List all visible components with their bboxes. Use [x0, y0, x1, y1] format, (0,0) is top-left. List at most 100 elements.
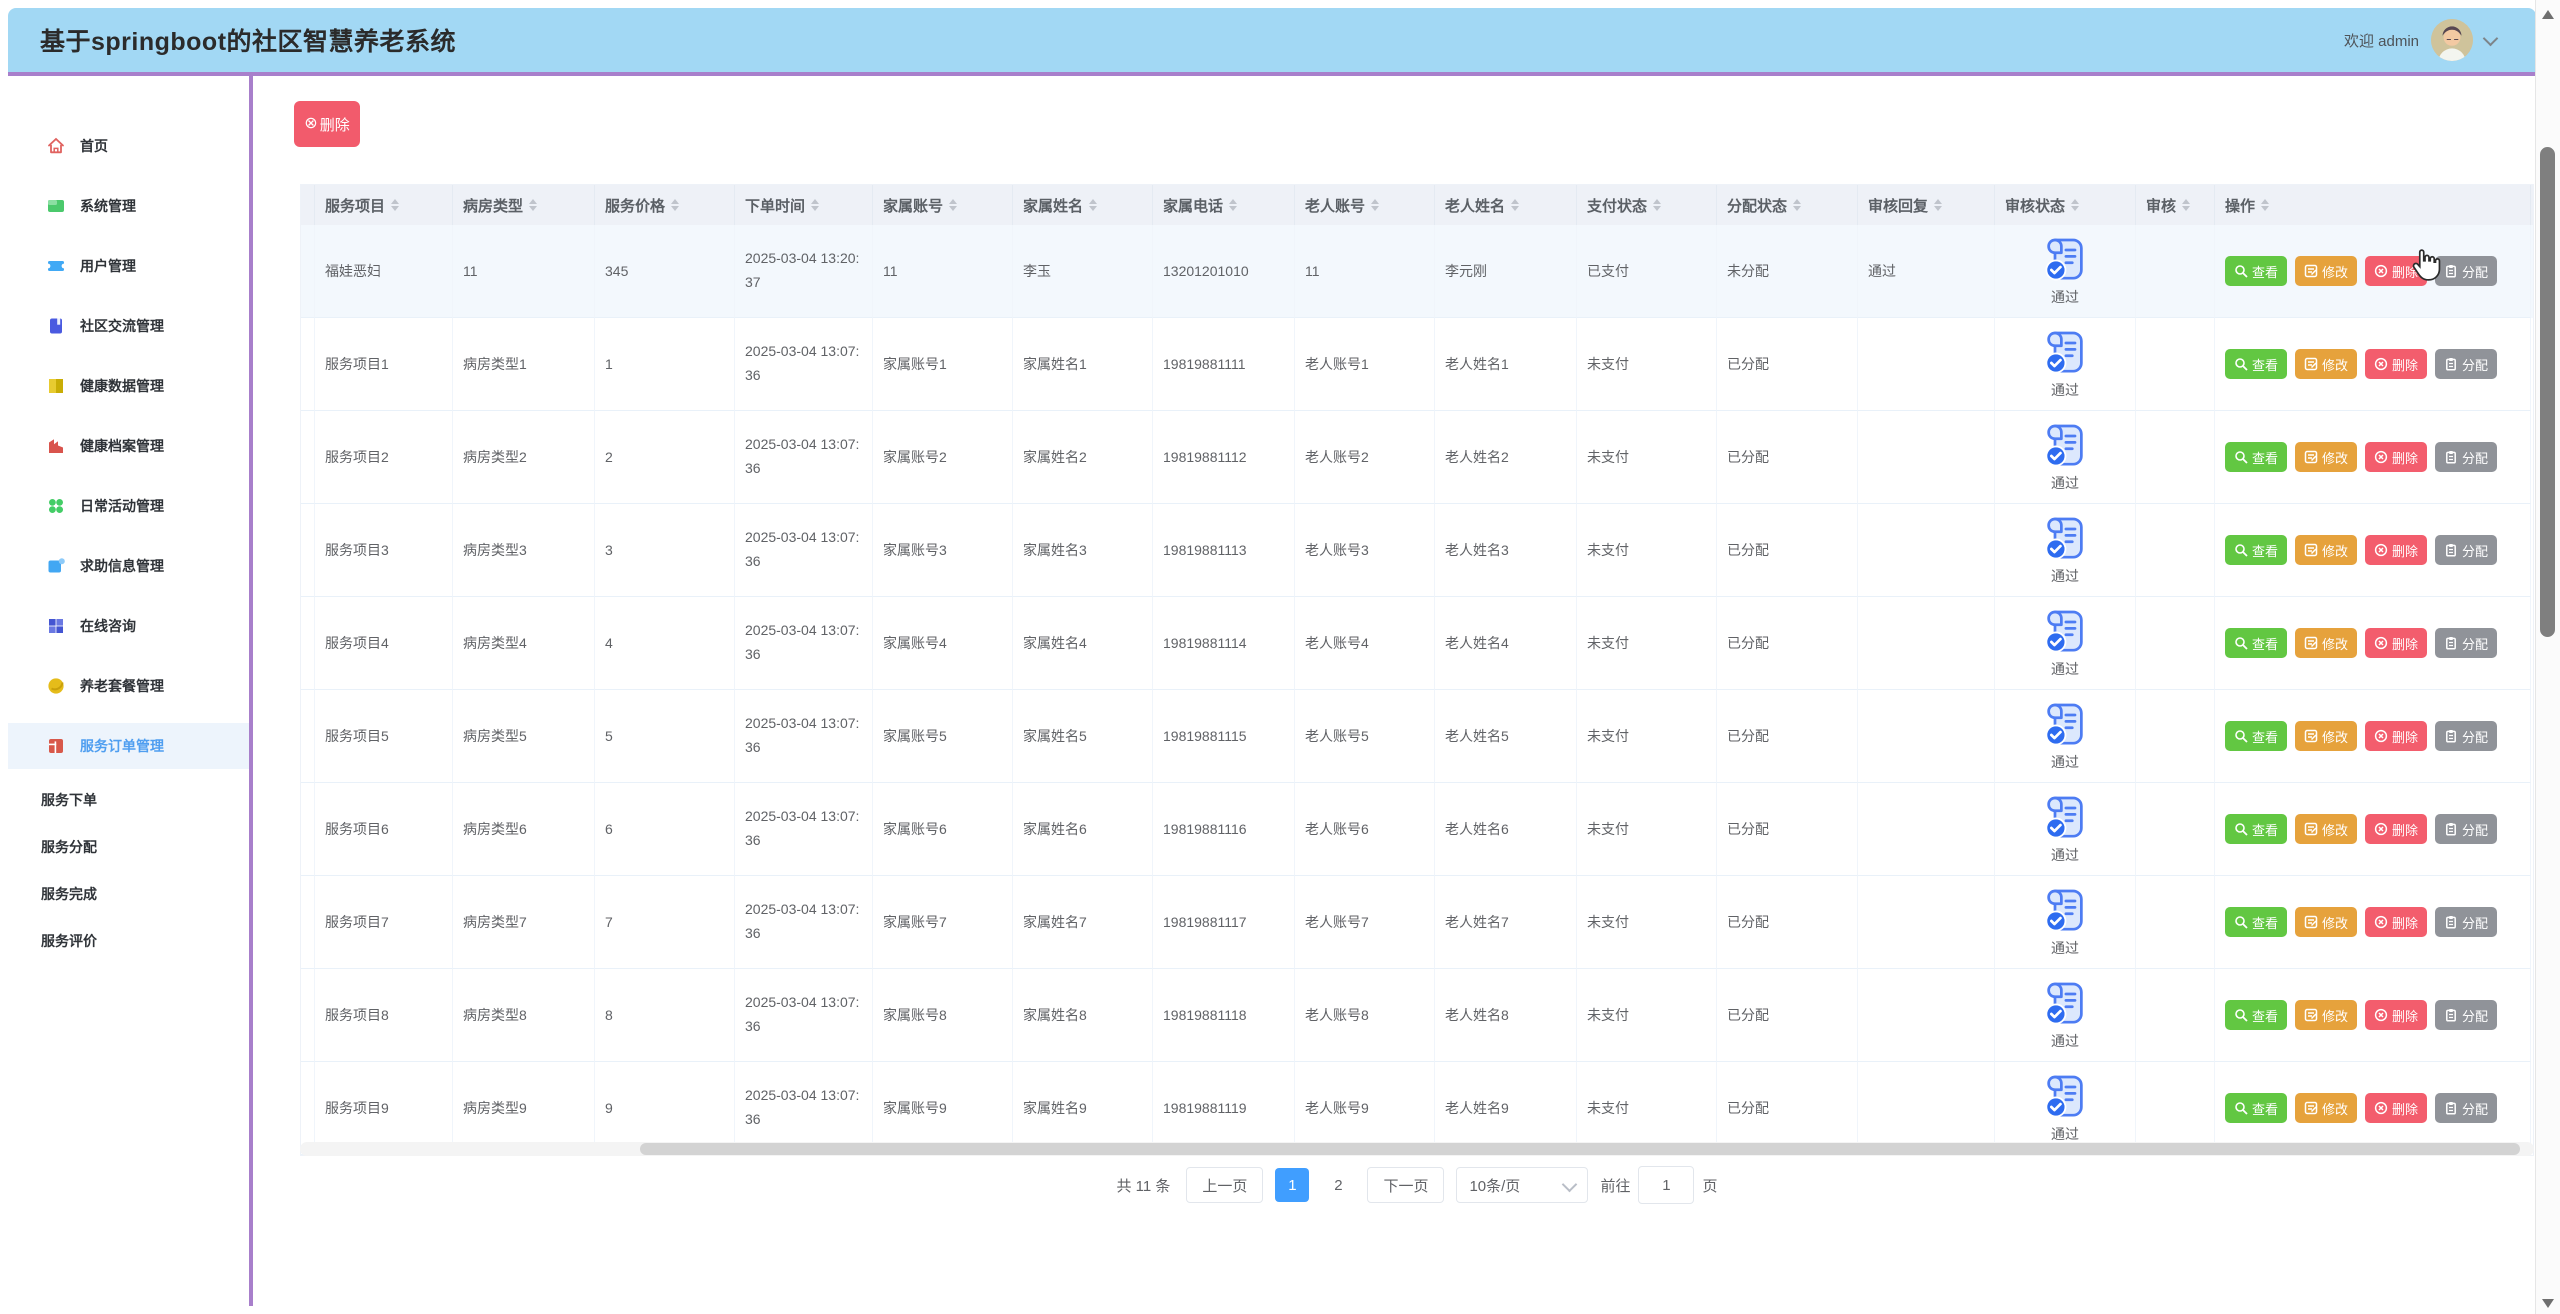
col-assign-status[interactable]: 分配状态 — [1717, 185, 1858, 225]
prev-page-button[interactable]: 上一页 — [1186, 1167, 1264, 1203]
scroll-down-arrow-icon[interactable] — [2542, 1299, 2554, 1308]
delete-button[interactable]: 删除 — [2365, 256, 2428, 286]
view-button[interactable]: 查看 — [2225, 721, 2288, 751]
delete-button[interactable]: 删除 — [2365, 1093, 2428, 1123]
vertical-scrollbar[interactable] — [2535, 0, 2560, 1314]
view-button[interactable]: 查看 — [2225, 814, 2288, 844]
delete-button[interactable]: 删除 — [2365, 721, 2428, 751]
user-avatar[interactable] — [2431, 19, 2473, 61]
sort-caret-icon[interactable] — [1934, 199, 1943, 211]
sort-caret-icon[interactable] — [391, 199, 400, 211]
table-row[interactable]: 服务项目3 病房类型3 3 2025-03-04 13:07:36 家属账号3 … — [301, 504, 2533, 597]
edit-button[interactable]: 修改 — [2295, 535, 2358, 565]
assign-button[interactable]: 分配 — [2435, 814, 2498, 844]
sidebar-item-community[interactable]: 社区交流管理 — [8, 296, 249, 356]
col-audit[interactable]: 审核 — [2136, 185, 2215, 225]
sort-caret-icon[interactable] — [1653, 199, 1662, 211]
col-family-name[interactable]: 家属姓名 — [1013, 185, 1153, 225]
col-family-account[interactable]: 家属账号 — [873, 185, 1013, 225]
table-row[interactable]: 服务项目5 病房类型5 5 2025-03-04 13:07:36 家属账号5 … — [301, 690, 2533, 783]
delete-button[interactable]: 删除 — [2365, 535, 2428, 565]
sidebar-item-health-data[interactable]: 健康数据管理 — [8, 356, 249, 416]
edit-button[interactable]: 修改 — [2295, 1000, 2358, 1030]
sort-caret-icon[interactable] — [949, 199, 958, 211]
table-row[interactable]: 服务项目4 病房类型4 4 2025-03-04 13:07:36 家属账号4 … — [301, 597, 2533, 690]
page-size-select[interactable]: 10条/页 — [1456, 1167, 1589, 1203]
chevron-down-icon[interactable] — [2482, 30, 2499, 46]
edit-button[interactable]: 修改 — [2295, 349, 2358, 379]
sidebar-item-service-orders[interactable]: 服务订单管理 — [8, 723, 249, 769]
delete-button[interactable]: 删除 — [2365, 442, 2428, 472]
table-row[interactable]: 服务项目8 病房类型8 8 2025-03-04 13:07:36 家属账号8 … — [301, 969, 2533, 1062]
edit-button[interactable]: 修改 — [2295, 442, 2358, 472]
sidebar-item-system[interactable]: 系统管理 — [8, 176, 249, 236]
delete-button[interactable]: 删除 — [2365, 628, 2428, 658]
col-audit-reply[interactable]: 审核回复 — [1858, 185, 1995, 225]
table-row[interactable]: 福娃恶妇 11 345 2025-03-04 13:20:37 11 李玉 13… — [301, 225, 2533, 318]
sort-caret-icon[interactable] — [1511, 199, 1520, 211]
page-number-2[interactable]: 2 — [1321, 1168, 1355, 1202]
edit-button[interactable]: 修改 — [2295, 814, 2358, 844]
delete-button[interactable]: 删除 — [2365, 814, 2428, 844]
assign-button[interactable]: 分配 — [2435, 535, 2498, 565]
sort-caret-icon[interactable] — [2261, 199, 2270, 211]
edit-button[interactable]: 修改 — [2295, 907, 2358, 937]
col-order-time[interactable]: 下单时间 — [735, 185, 873, 225]
sidebar-subitem-service-order[interactable]: 服务下单 — [8, 776, 249, 823]
col-elder-name[interactable]: 老人姓名 — [1435, 185, 1577, 225]
sidebar-subitem-service-complete[interactable]: 服务完成 — [8, 870, 249, 917]
col-ward-type[interactable]: 病房类型 — [453, 185, 595, 225]
sidebar-item-package[interactable]: 养老套餐管理 — [8, 656, 249, 716]
view-button[interactable]: 查看 — [2225, 1093, 2288, 1123]
sort-caret-icon[interactable] — [1371, 199, 1380, 211]
col-price[interactable]: 服务价格 — [595, 185, 735, 225]
view-button[interactable]: 查看 — [2225, 349, 2288, 379]
sidebar-item-health-archive[interactable]: 健康档案管理 — [8, 416, 249, 476]
col-audit-status[interactable]: 审核状态 — [1995, 185, 2136, 225]
sidebar-item-help-info[interactable]: 求助信息管理 — [8, 536, 249, 596]
delete-button[interactable]: 删除 — [2365, 907, 2428, 937]
col-service[interactable]: 服务项目 — [315, 185, 453, 225]
horizontal-scrollbar-thumb[interactable] — [640, 1143, 2520, 1155]
view-button[interactable]: 查看 — [2225, 907, 2288, 937]
vertical-scrollbar-thumb[interactable] — [2540, 147, 2555, 637]
view-button[interactable]: 查看 — [2225, 256, 2288, 286]
scroll-up-arrow-icon[interactable] — [2542, 10, 2554, 19]
table-row[interactable]: 服务项目6 病房类型6 6 2025-03-04 13:07:36 家属账号6 … — [301, 783, 2533, 876]
assign-button[interactable]: 分配 — [2435, 721, 2498, 751]
col-family-phone[interactable]: 家属电话 — [1153, 185, 1295, 225]
col-actions[interactable]: 操作 — [2215, 185, 2531, 225]
sort-caret-icon[interactable] — [671, 199, 680, 211]
table-row[interactable]: 服务项目1 病房类型1 1 2025-03-04 13:07:36 家属账号1 … — [301, 318, 2533, 411]
assign-button[interactable]: 分配 — [2435, 442, 2498, 472]
assign-button[interactable]: 分配 — [2435, 1000, 2498, 1030]
next-page-button[interactable]: 下一页 — [1367, 1167, 1445, 1203]
sidebar-subitem-service-assign[interactable]: 服务分配 — [8, 823, 249, 870]
sidebar-subitem-service-review[interactable]: 服务评价 — [8, 917, 249, 964]
table-row[interactable]: 服务项目7 病房类型7 7 2025-03-04 13:07:36 家属账号7 … — [301, 876, 2533, 969]
page-number-1[interactable]: 1 — [1275, 1168, 1310, 1202]
assign-button[interactable]: 分配 — [2435, 349, 2498, 379]
sidebar-item-consult[interactable]: 在线咨询 — [8, 596, 249, 656]
batch-delete-button[interactable]: ⊗ 删除 — [294, 101, 360, 147]
sidebar-item-activity[interactable]: 日常活动管理 — [8, 476, 249, 536]
sort-caret-icon[interactable] — [811, 199, 820, 211]
table-row[interactable]: 服务项目2 病房类型2 2 2025-03-04 13:07:36 家属账号2 … — [301, 411, 2533, 504]
sidebar-item-users[interactable]: 用户管理 — [8, 236, 249, 296]
edit-button[interactable]: 修改 — [2295, 628, 2358, 658]
horizontal-scrollbar[interactable] — [300, 1142, 2534, 1156]
assign-button[interactable]: 分配 — [2435, 907, 2498, 937]
col-elder-account[interactable]: 老人账号 — [1295, 185, 1435, 225]
assign-button[interactable]: 分配 — [2435, 256, 2498, 286]
sort-caret-icon[interactable] — [1089, 199, 1098, 211]
view-button[interactable]: 查看 — [2225, 628, 2288, 658]
edit-button[interactable]: 修改 — [2295, 256, 2358, 286]
sidebar-item-home[interactable]: 首页 — [8, 116, 249, 176]
goto-page-input[interactable] — [1638, 1166, 1695, 1204]
sort-caret-icon[interactable] — [2071, 199, 2080, 211]
delete-button[interactable]: 删除 — [2365, 349, 2428, 379]
sort-caret-icon[interactable] — [1229, 199, 1238, 211]
col-pay-status[interactable]: 支付状态 — [1577, 185, 1717, 225]
view-button[interactable]: 查看 — [2225, 442, 2288, 472]
edit-button[interactable]: 修改 — [2295, 721, 2358, 751]
